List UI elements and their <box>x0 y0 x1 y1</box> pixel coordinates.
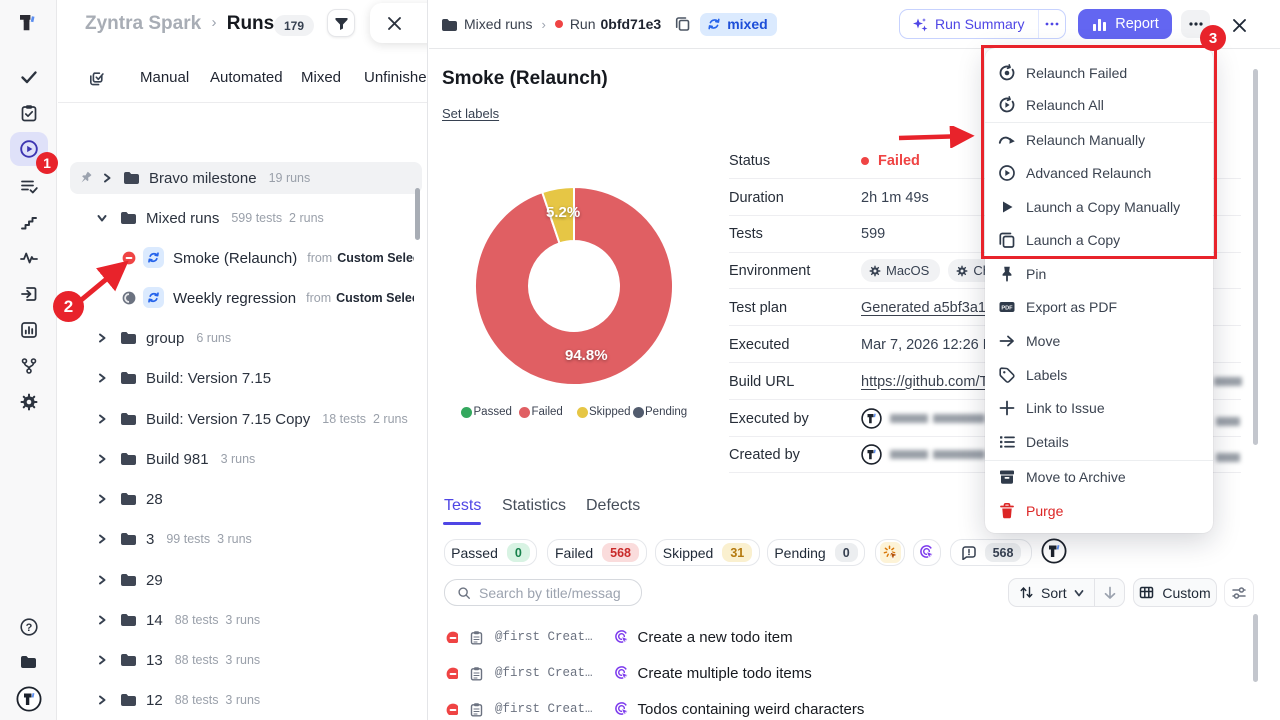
svg-text:PDF: PDF <box>1001 306 1013 312</box>
svg-text:?: ? <box>26 622 33 634</box>
